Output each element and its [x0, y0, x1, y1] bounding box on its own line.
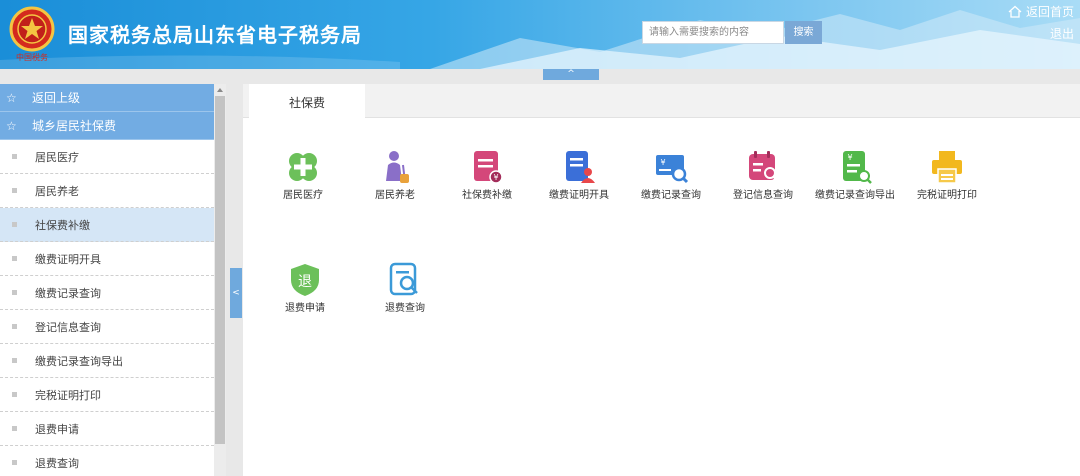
tile-tax-certificate-print[interactable]: 完税证明打印 — [902, 149, 992, 202]
tile-label: 缴费证明开具 — [549, 190, 609, 201]
bullet-icon — [12, 460, 17, 465]
bullet-icon — [12, 290, 17, 295]
star-icon: ☆ — [6, 118, 17, 133]
bullet-icon — [12, 188, 17, 193]
sidebar-item[interactable]: 完税证明打印 — [0, 378, 214, 412]
tile-payment-record-query[interactable]: ¥ 缴费记录查询 — [626, 149, 716, 202]
payment-record-search-icon: ¥ — [656, 155, 689, 184]
tab-social-security[interactable]: 社保费 — [249, 84, 365, 119]
sidebar-back-label: 返回上级 — [32, 91, 81, 105]
sidebar-item-label: 居民养老 — [35, 184, 79, 198]
sidebar-back[interactable]: ☆ 返回上级 — [0, 84, 214, 112]
home-link-label: 返回首页 — [1025, 5, 1074, 19]
bullet-icon — [12, 256, 17, 261]
sidebar-item[interactable]: 居民养老 — [0, 174, 214, 208]
sidebar-item[interactable]: 缴费记录查询 — [0, 276, 214, 310]
tile-residents-pension[interactable]: 居民养老 — [350, 149, 440, 202]
sidebar-section[interactable]: ☆ 城乡居民社保费 — [0, 112, 214, 140]
collapse-sidebar-button[interactable]: < — [230, 268, 242, 318]
payment-document-icon: ¥ — [474, 151, 503, 184]
site-header: 中国税务 国家税务总局山东省电子税务局 搜索 返回首页 退出 — [0, 0, 1080, 69]
sidebar-item-label: 缴费证明开具 — [35, 252, 101, 266]
bullet-icon — [12, 324, 17, 329]
svg-text:退: 退 — [298, 274, 312, 290]
sidebar-item[interactable]: 缴费证明开具 — [0, 242, 214, 276]
logout-link[interactable]: 退出 — [1050, 25, 1074, 42]
sidebar-scrollbar-thumb[interactable] — [215, 96, 225, 444]
tile-label: 缴费记录查询 — [641, 190, 701, 201]
tile-label: 退费查询 — [385, 303, 425, 314]
sidebar-section-label: 城乡居民社保费 — [32, 119, 117, 133]
tile-label: 完税证明打印 — [917, 190, 977, 201]
refund-shield-icon: 退 — [291, 264, 319, 296]
document-search-icon — [389, 262, 418, 296]
certificate-user-icon — [566, 151, 595, 183]
site-title: 国家税务总局山东省电子税务局 — [68, 23, 362, 47]
emblem-lettering: 中国税务 — [16, 52, 48, 62]
bullet-icon — [12, 392, 17, 397]
elderly-person-icon — [386, 151, 409, 183]
home-link[interactable]: 返回首页 — [1008, 3, 1074, 20]
medical-cross-icon — [289, 153, 317, 181]
bullet-icon — [12, 222, 17, 227]
sidebar-item-label: 完税证明打印 — [35, 388, 101, 402]
sidebar-item-label: 登记信息查询 — [35, 320, 101, 334]
sidebar-item[interactable]: 登记信息查询 — [0, 310, 214, 344]
tile-supplementary-payment[interactable]: ¥ 社保费补缴 — [442, 149, 532, 202]
search-input[interactable] — [642, 21, 784, 44]
sidebar-item[interactable]: 退费申请 — [0, 412, 214, 446]
tax-emblem-logo[interactable]: 中国税务 — [8, 5, 56, 63]
tile-label: 居民医疗 — [283, 190, 323, 201]
home-icon — [1008, 5, 1022, 18]
registration-search-icon — [749, 151, 778, 181]
bullet-icon — [12, 426, 17, 431]
sidebar-item-label: 退费申请 — [35, 422, 79, 436]
sidebar-item[interactable]: 缴费记录查询导出 — [0, 344, 214, 378]
tile-registration-query[interactable]: 登记信息查询 — [718, 149, 808, 202]
bullet-icon — [12, 358, 17, 363]
sidebar-item-label: 退费查询 — [35, 456, 79, 470]
record-export-icon: ¥ — [843, 151, 872, 184]
sidebar-item-label: 居民医疗 — [35, 150, 79, 164]
search-button[interactable]: 搜索 — [785, 21, 822, 44]
tab-bar: 社保费 — [243, 84, 1080, 119]
svg-text:¥: ¥ — [847, 153, 852, 162]
sidebar-item-label: 缴费记录查询导出 — [35, 354, 123, 368]
sidebar-item[interactable]: 居民医疗 — [0, 140, 214, 174]
tile-label: 缴费记录查询导出 — [815, 190, 895, 201]
tile-record-query-export[interactable]: ¥ 缴费记录查询导出 — [810, 149, 900, 202]
bullet-icon — [12, 154, 17, 159]
sidebar-item[interactable]: 退费查询 — [0, 446, 214, 476]
tile-label: 社保费补缴 — [462, 190, 512, 201]
sidebar: ☆ 返回上级 ☆ 城乡居民社保费 居民医疗 居民养老 社保费补缴 缴费证明开具 … — [0, 84, 214, 476]
main-panel: 社保费 居民医疗 居民养老 ¥ 社保费补缴 缴费证明开具 ¥ 缴费记录查询 登记… — [243, 84, 1080, 476]
star-icon: ☆ — [6, 90, 17, 105]
tile-label: 退费申请 — [285, 303, 325, 314]
tile-label: 居民养老 — [375, 190, 415, 201]
svg-text:¥: ¥ — [660, 158, 665, 167]
sidebar-item[interactable]: 社保费补缴 — [0, 208, 214, 242]
tile-residents-medical[interactable]: 居民医疗 — [258, 149, 348, 202]
tile-payment-certificate[interactable]: 缴费证明开具 — [534, 149, 624, 202]
tile-refund-query[interactable]: 退费查询 — [360, 262, 450, 315]
sidebar-item-label: 缴费记录查询 — [35, 286, 101, 300]
printer-icon — [932, 151, 962, 184]
scroll-up-arrow-icon[interactable] — [216, 86, 224, 94]
tile-label: 登记信息查询 — [733, 190, 793, 201]
tile-refund-application[interactable]: 退 退费申请 — [260, 262, 350, 315]
collapse-header-button[interactable]: ^ — [543, 69, 599, 80]
sidebar-item-label: 社保费补缴 — [35, 218, 90, 232]
svg-text:¥: ¥ — [493, 173, 498, 182]
